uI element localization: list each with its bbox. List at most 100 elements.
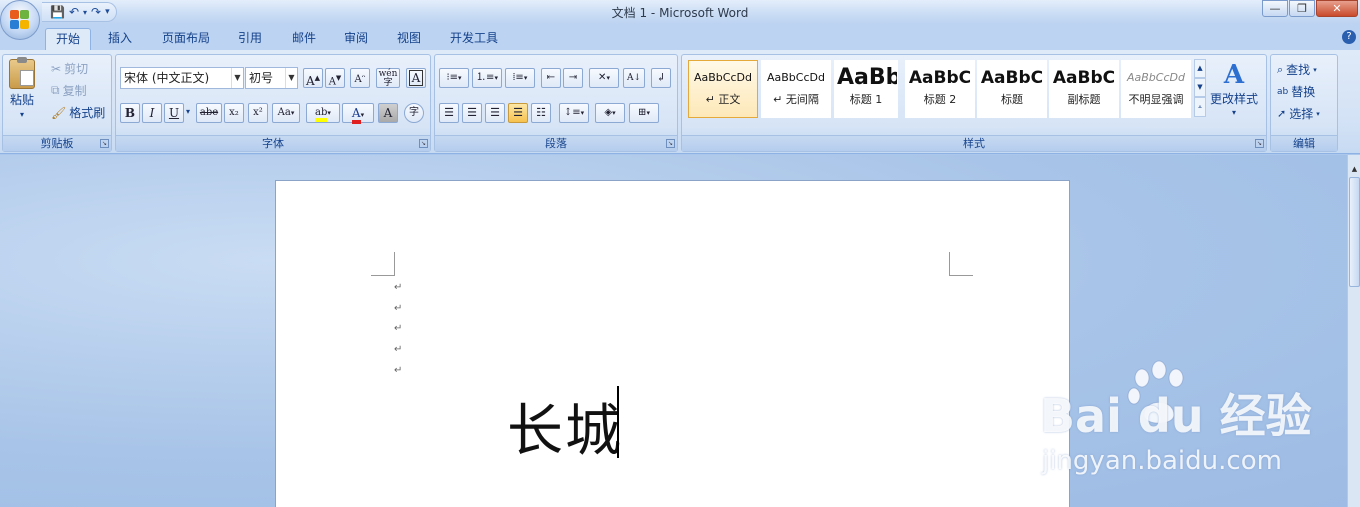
chevron-down-icon[interactable]: ▼	[285, 68, 297, 88]
tab-page-layout[interactable]: 页面布局	[152, 28, 220, 50]
font-group: 宋体 (中文正文) ▼ 初号 ▼ A▲ A▼ Aᵔ wén 字 A B I U ▾…	[115, 54, 431, 152]
copy-button[interactable]: ⧉ 复制	[51, 82, 87, 99]
align-left-button[interactable]: ☰	[439, 103, 459, 123]
line-spacing-button[interactable]: ↕≡▾	[559, 103, 589, 123]
highlight-button[interactable]: ab▾	[306, 103, 340, 123]
cursor-arrow-icon: ➚	[1277, 107, 1287, 120]
find-button[interactable]: ⌕ 查找 ▾	[1277, 61, 1317, 78]
sort-button[interactable]: A↓	[623, 68, 645, 88]
binoculars-icon: ⌕	[1277, 62, 1284, 76]
bold-button[interactable]: B	[120, 103, 140, 123]
justify-button[interactable]: ☰	[508, 103, 528, 123]
character-border-button[interactable]: A	[406, 68, 426, 88]
multilevel-list-button[interactable]: ⁞≡▾	[505, 68, 535, 88]
scroll-thumb[interactable]	[1349, 177, 1360, 287]
grow-font-button[interactable]: A▲	[303, 68, 323, 88]
style-normal[interactable]: AaBbCcDd ↵ 正文	[688, 60, 758, 118]
paste-dropdown-icon[interactable]: ▾	[20, 110, 24, 119]
close-button[interactable]: ✕	[1316, 0, 1358, 17]
tab-home[interactable]: 开始	[45, 28, 92, 50]
outdent-icon: ⇤	[546, 72, 556, 83]
help-icon[interactable]: ?	[1342, 30, 1356, 44]
gallery-up-icon[interactable]: ▲	[1194, 59, 1206, 78]
italic-button[interactable]: I	[142, 103, 162, 123]
tab-developer[interactable]: 开发工具	[440, 28, 508, 50]
distributed-icon: ☷	[536, 106, 546, 119]
phonetic-guide-button[interactable]: wén 字	[376, 68, 400, 88]
shading-button[interactable]: ◈▾	[595, 103, 625, 123]
tab-view[interactable]: 视图	[387, 28, 431, 50]
numbering-button[interactable]: ⒈≡▾	[472, 68, 502, 88]
enclose-characters-button[interactable]: 字	[404, 103, 424, 123]
styles-launcher-icon[interactable]: ↘	[1255, 139, 1264, 148]
select-button[interactable]: ➚ 选择 ▾	[1277, 105, 1320, 122]
paste-icon	[9, 57, 35, 89]
increase-indent-button[interactable]: ⇥	[563, 68, 583, 88]
replace-button[interactable]: ab 替换	[1277, 83, 1315, 100]
tab-mailings[interactable]: 邮件	[282, 28, 326, 50]
show-marks-button[interactable]: ↲	[651, 68, 671, 88]
underline-dropdown-icon[interactable]: ▾	[186, 107, 190, 116]
chevron-down-icon[interactable]: ▼	[231, 68, 243, 88]
chevron-down-icon: ▾	[1232, 108, 1237, 117]
editing-group: ⌕ 查找 ▾ ab 替换 ➚ 选择 ▾ 编辑	[1270, 54, 1338, 152]
minimize-button[interactable]: —	[1262, 0, 1288, 17]
clipboard-launcher-icon[interactable]: ↘	[100, 139, 109, 148]
tab-references[interactable]: 引用	[228, 28, 272, 50]
justify-icon: ☰	[513, 106, 523, 119]
style-subtle-emphasis[interactable]: AaBbCcDd 不明显强调	[1121, 60, 1191, 118]
asian-layout-button[interactable]: ✕▾	[589, 68, 619, 88]
font-launcher-icon[interactable]: ↘	[419, 139, 428, 148]
editing-group-label: 编辑	[1271, 135, 1337, 151]
bullets-button[interactable]: ⁝≡▾	[439, 68, 469, 88]
format-painter-button[interactable]: 🖌 格式刷	[51, 104, 105, 121]
font-name-combo[interactable]: 宋体 (中文正文) ▼	[120, 67, 244, 89]
superscript-button[interactable]: x²	[248, 103, 268, 123]
borders-button[interactable]: ⊞▾	[629, 103, 659, 123]
change-styles-button[interactable]: A 更改样式 ▾	[1210, 61, 1258, 117]
subscript-button[interactable]: x₂	[224, 103, 244, 123]
paragraph-group: ⁝≡▾ ⒈≡▾ ⁞≡▾ ⇤ ⇥ ✕▾ A↓ ↲ ☰ ☰ ☰ ☰ ☷ ↕≡▾ ◈▾…	[434, 54, 678, 152]
character-shading-button[interactable]: A	[378, 103, 398, 123]
paragraph-mark: ↵	[394, 323, 403, 334]
style-title[interactable]: AaBbC 标题	[977, 60, 1047, 118]
paragraph-launcher-icon[interactable]: ↘	[666, 139, 675, 148]
cut-button[interactable]: ✂ 剪切	[51, 60, 88, 77]
styles-group-label: 样式	[682, 135, 1266, 151]
font-color-button[interactable]: A▾	[342, 103, 374, 124]
font-size-combo[interactable]: 初号 ▼	[245, 67, 298, 89]
shrink-font-button[interactable]: A▼	[325, 68, 345, 88]
underline-button[interactable]: U	[164, 103, 184, 123]
align-right-button[interactable]: ☰	[485, 103, 505, 123]
paste-button[interactable]: 粘贴 ▾	[9, 57, 35, 119]
align-right-icon: ☰	[490, 106, 500, 119]
bullet-list-icon: ⁝≡	[446, 72, 459, 83]
style-no-spacing[interactable]: AaBbCcDd ↵ 无间隔	[761, 60, 831, 118]
align-center-button[interactable]: ☰	[462, 103, 482, 123]
office-logo-icon	[10, 10, 30, 30]
distributed-button[interactable]: ☷	[531, 103, 551, 123]
clear-formatting-button[interactable]: Aᵔ	[350, 68, 370, 88]
scissors-icon: ✂	[51, 61, 62, 76]
copy-icon: ⧉	[51, 83, 60, 97]
document-text[interactable]: 长城	[507, 386, 623, 467]
style-heading-2[interactable]: AaBbC 标题 2	[905, 60, 975, 118]
gallery-more-icon[interactable]: ⩡	[1194, 97, 1206, 117]
font-group-label: 字体	[116, 135, 430, 151]
office-button[interactable]	[0, 0, 40, 40]
style-heading-1[interactable]: AaBb 标题 1	[834, 60, 898, 118]
paragraph-mark: ↵	[394, 282, 403, 293]
tab-review[interactable]: 审阅	[334, 28, 378, 50]
style-subtitle[interactable]: AaBbC 副标题	[1049, 60, 1119, 118]
restore-button[interactable]: ❐	[1289, 0, 1315, 17]
change-case-button[interactable]: Aa▾	[272, 103, 300, 123]
paragraph-mark: ↵	[394, 303, 403, 314]
tab-insert[interactable]: 插入	[98, 28, 142, 50]
scroll-up-icon[interactable]: ▲	[1349, 163, 1360, 175]
strikethrough-button[interactable]: abe	[196, 103, 222, 123]
paint-bucket-icon: ◈	[604, 107, 613, 118]
vertical-scrollbar[interactable]: ▲	[1347, 155, 1360, 507]
decrease-indent-button[interactable]: ⇤	[541, 68, 561, 88]
gallery-down-icon[interactable]: ▼	[1194, 78, 1206, 97]
eraser-icon: Aᵔ	[354, 74, 366, 85]
